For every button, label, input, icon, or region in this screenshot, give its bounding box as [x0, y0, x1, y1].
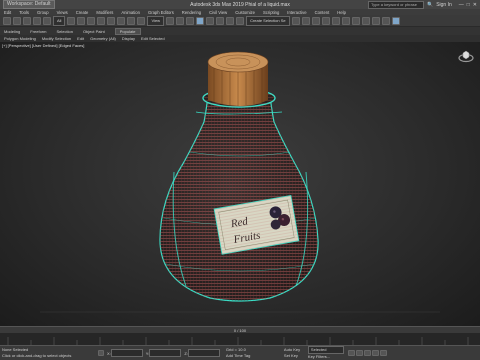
pivot-center-icon[interactable]: [166, 16, 175, 25]
undo-icon[interactable]: [3, 16, 11, 25]
cork[interactable]: [207, 51, 269, 106]
reference-coordinate-dropdown[interactable]: View: [147, 15, 165, 26]
scene-explorer-icon[interactable]: [321, 16, 330, 25]
select-manipulate-icon[interactable]: [176, 16, 185, 25]
z-coordinate-field[interactable]: [187, 349, 220, 357]
percent-snap-icon[interactable]: [216, 16, 225, 25]
keyboard-shortcut-icon[interactable]: [186, 16, 195, 25]
menu-item-create[interactable]: Create: [76, 10, 89, 15]
layer-explorer-icon[interactable]: [311, 16, 320, 25]
menu-item-group[interactable]: Group: [37, 10, 49, 15]
menu-item-edit[interactable]: Edit: [4, 10, 11, 15]
maximize-icon[interactable]: □: [467, 2, 470, 8]
select-by-name-icon[interactable]: [77, 16, 86, 25]
y-coordinate-field[interactable]: [149, 349, 182, 357]
bottle-model[interactable]: Red Fruits: [0, 42, 480, 326]
ribbon-panel-edit[interactable]: Edit: [77, 36, 84, 41]
select-object-icon[interactable]: [67, 16, 76, 25]
rectangle-selection-icon[interactable]: [87, 16, 96, 25]
menu-item-content[interactable]: Content: [315, 10, 330, 15]
bind-spacewarp-icon[interactable]: [43, 16, 51, 25]
prompt-line: Click or click-and-drag to select object…: [2, 353, 72, 358]
workspace-dropdown[interactable]: Workspace: Default: [3, 0, 55, 9]
search-input[interactable]: Type a keyword or phrase: [367, 0, 424, 9]
material-editor-icon[interactable]: [351, 16, 360, 25]
rendered-frame-icon[interactable]: [371, 16, 380, 25]
menu-item-customize[interactable]: Customize: [235, 10, 255, 15]
ribbon-panel-polygon-modeling[interactable]: Polygon Modeling: [4, 36, 36, 41]
menu-item-animation[interactable]: Animation: [121, 10, 140, 15]
close-icon[interactable]: ✕: [473, 2, 477, 8]
search-area: Type a keyword or phrase 🔍 Sign In — □ ✕: [367, 0, 477, 9]
search-icon[interactable]: 🔍: [427, 2, 433, 8]
ribbon-panel-geometry-all-[interactable]: Geometry (All): [90, 36, 116, 41]
ribbon-tab-selection[interactable]: Selection: [56, 29, 72, 34]
snaps-toggle-icon[interactable]: [196, 16, 205, 25]
mirror-icon[interactable]: [291, 16, 300, 25]
time-slider[interactable]: 0 / 100: [0, 326, 480, 333]
schematic-view-icon[interactable]: [341, 16, 350, 25]
menu-item-modifiers[interactable]: Modifiers: [96, 10, 113, 15]
ribbon-panel: Polygon Modeling Modify Selection Edit Geom…: [0, 35, 480, 42]
previous-frame-icon[interactable]: [355, 350, 363, 356]
render-production-icon[interactable]: [381, 16, 390, 25]
status-bar: None Selected Click or click-and-drag to…: [0, 345, 480, 360]
ribbon-tab-modeling[interactable]: Modeling: [4, 29, 20, 34]
a360-icon[interactable]: [391, 16, 400, 25]
menu-item-scripting[interactable]: Scripting: [263, 10, 279, 15]
isolate-selection-icon[interactable]: [98, 350, 104, 356]
set-key-button[interactable]: Set Key: [284, 353, 308, 359]
select-scale-icon[interactable]: [127, 16, 136, 25]
menu-item-civil-view[interactable]: Civil View: [209, 10, 227, 15]
ribbon-tabs: Modeling Freeform Selection Object Paint Pop…: [0, 27, 480, 35]
link-icon[interactable]: [23, 16, 31, 25]
go-to-start-icon[interactable]: [347, 350, 355, 356]
key-filters-button[interactable]: Key Filters...: [308, 354, 344, 360]
ribbon-tab-populate[interactable]: Populate: [114, 27, 141, 35]
select-rotate-icon[interactable]: [117, 16, 126, 25]
menu-item-views[interactable]: Views: [57, 10, 68, 15]
playback-controls: [347, 350, 387, 356]
track-bar[interactable]: [0, 333, 480, 345]
menu-item-tools[interactable]: Tools: [19, 10, 29, 15]
add-time-tag-button[interactable]: Add Time Tag: [226, 353, 284, 359]
minimize-icon[interactable]: —: [459, 2, 464, 8]
menu-item-help[interactable]: Help: [337, 10, 346, 15]
x-coordinate-field[interactable]: [110, 349, 143, 357]
redo-icon[interactable]: [13, 16, 21, 25]
main-toolbar: All View Create Selection Se: [0, 15, 480, 27]
align-icon[interactable]: [301, 16, 310, 25]
ribbon-tab-freeform[interactable]: Freeform: [30, 29, 46, 34]
go-to-end-icon[interactable]: [379, 350, 387, 356]
spinner-snap-icon[interactable]: [226, 16, 235, 25]
title-bar: Autodesk 3ds Max 2019 Phial of a liquid.…: [0, 0, 480, 9]
edit-named-selection-icon[interactable]: [236, 16, 245, 25]
next-frame-icon[interactable]: [371, 350, 379, 356]
ribbon-tab-object-paint[interactable]: Object Paint: [83, 29, 105, 34]
selection-filter-dropdown[interactable]: All: [53, 15, 66, 26]
play-icon[interactable]: [363, 350, 371, 356]
sign-in-button[interactable]: Sign In: [436, 2, 452, 8]
angle-snap-icon[interactable]: [206, 16, 215, 25]
curve-editor-icon[interactable]: [331, 16, 340, 25]
menu-item-interactive[interactable]: Interactive: [287, 10, 306, 15]
select-move-icon[interactable]: [107, 16, 116, 25]
named-selection-dropdown[interactable]: Create Selection Se: [246, 15, 290, 26]
menu-item-rendering[interactable]: Rendering: [182, 10, 201, 15]
time-slider-position: 0 / 100: [233, 327, 247, 333]
selected-dropdown[interactable]: Selected: [307, 346, 344, 354]
render-setup-icon[interactable]: [361, 16, 370, 25]
select-place-icon[interactable]: [137, 16, 146, 25]
ribbon-panel-modify-selection[interactable]: Modify Selection: [42, 36, 71, 41]
ribbon-panel-edit-selected[interactable]: Edit Selected: [141, 36, 165, 41]
menu-item-graph-editors[interactable]: Graph Editors: [148, 10, 174, 15]
track-ticks: [7, 337, 469, 345]
unlink-icon[interactable]: [33, 16, 41, 25]
window-crossing-icon[interactable]: [97, 16, 106, 25]
perspective-viewport[interactable]: [+] [Perspective] [User Defined] [Edged …: [0, 42, 480, 326]
ribbon-panel-display[interactable]: Display: [122, 36, 135, 41]
